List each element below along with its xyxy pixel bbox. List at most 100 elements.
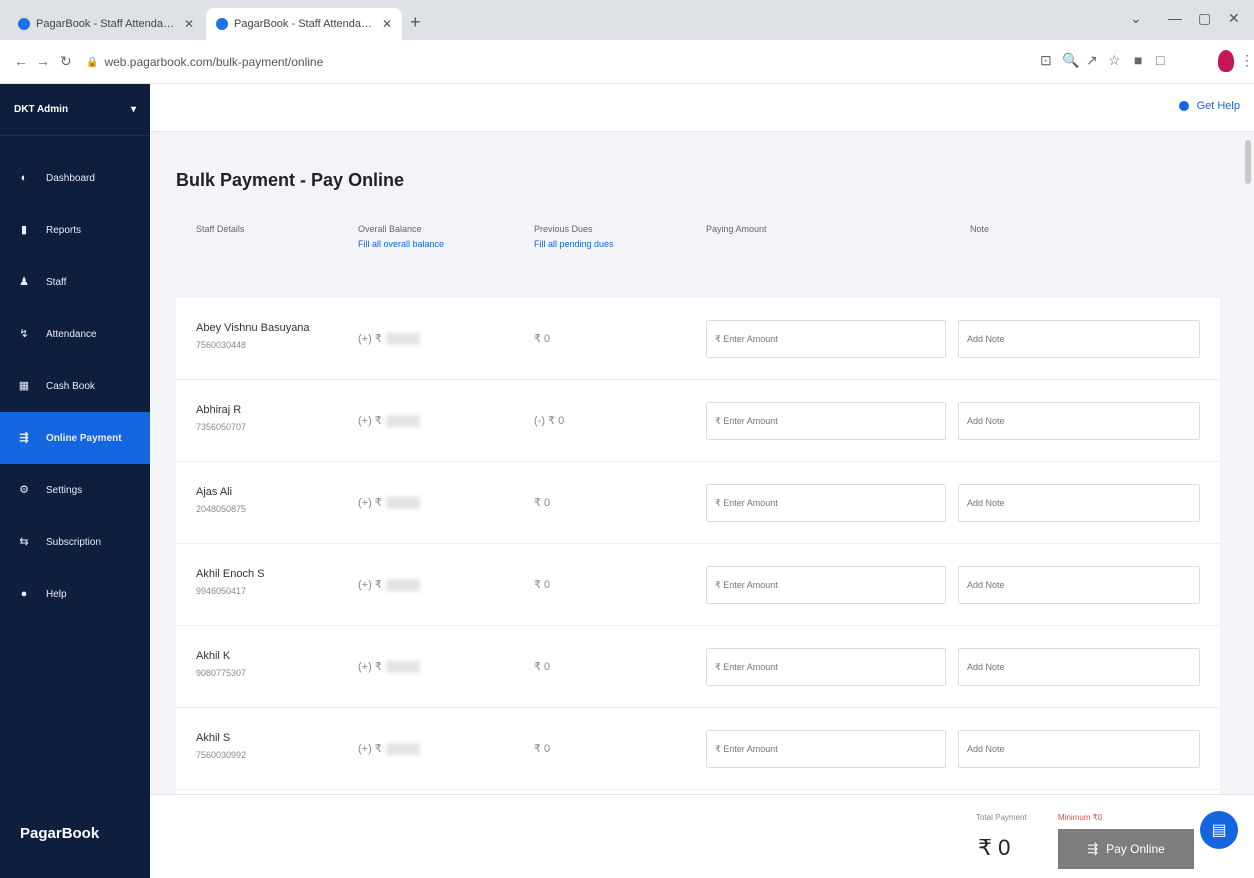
balance-value: (+) ₹ [358,333,382,345]
scrollbar-thumb[interactable] [1245,140,1251,184]
tab-close-icon[interactable]: ✕ [184,17,194,31]
total-payment-label: Total Payment [976,813,1027,822]
note-input[interactable] [958,320,1200,358]
attendance-icon: ↯ [19,328,29,340]
company-switcher[interactable]: DKT Admin ▾ [0,84,150,136]
get-help-label: Get Help [1196,100,1240,112]
column-header-staff: Staff Details [196,224,244,234]
note-input[interactable] [958,648,1200,686]
sidebar-item-label: Help [46,588,67,600]
sidebar-item-label: Dashboard [46,172,95,184]
overall-balance: (+) ₹ [358,578,420,591]
subscription-icon: ⇆ [19,536,29,548]
table-row: Abhiraj R 7356050707 (+) ₹ (-) ₹ 0 [176,380,1220,462]
reports-icon: ▮ [20,224,28,236]
note-input[interactable] [958,730,1200,768]
page-title: Bulk Payment - Pay Online [176,170,405,190]
previous-dues: ₹ 0 [534,661,551,673]
column-header-label: Previous Dues [534,224,593,234]
table-row: Akhil K 9080775307 (+) ₹ ₹ 0 [176,626,1220,708]
sidebar-item-settings[interactable]: ⚙ Settings [0,464,150,516]
sidebar-item-reports[interactable]: ▮ Reports [0,204,150,256]
column-header-label: Staff Details [196,224,245,234]
pay-online-button[interactable]: ⇶ Pay Online [1058,829,1194,869]
sidebar-item-label: Attendance [46,328,97,340]
page-scrollbar[interactable] [1245,132,1251,794]
total-payment-value: ₹ 0 [978,835,1011,860]
sidebar-item-subscription[interactable]: ⇆ Subscription [0,516,150,568]
note-input[interactable] [958,566,1200,604]
note-input[interactable] [958,402,1200,440]
previous-dues: ₹ 0 [534,743,551,755]
minimize-icon[interactable]: — [1168,10,1182,26]
menu-icon[interactable]: ⋮ [1240,52,1254,69]
favicon-icon [18,18,30,30]
maximize-icon[interactable]: ▢ [1198,10,1211,27]
cashbook-icon: ▦ [18,380,30,392]
share-icon[interactable]: ↗ [1086,52,1098,69]
chevron-down-icon: ▾ [130,104,136,115]
payment-footer: Total Payment Minimum ₹0 ₹ 0 ⇶ Pay Onlin… [150,794,1254,878]
staff-name: Akhil S [196,732,231,744]
tab-close-icon[interactable]: ✕ [382,17,392,31]
balance-value: (+) ₹ [358,497,382,509]
staff-icon: ♟ [19,276,29,288]
chat-support-icon[interactable]: ▤ [1200,811,1238,849]
table-row: Ajas Ali 2048050875 (+) ₹ ₹ 0 [176,462,1220,544]
table-row: Akhil Enoch S 9946050417 (+) ₹ ₹ 0 [176,544,1220,626]
star-icon[interactable]: ☆ [1108,52,1121,69]
zoom-icon[interactable]: 🔍 [1062,52,1079,69]
sidebar-item-online-payment[interactable]: ⇶ Online Payment [0,412,150,464]
forward-icon[interactable]: → [36,53,50,69]
get-help-link[interactable]: Get Help [1178,100,1240,112]
lock-icon: 🔒 [86,56,99,68]
browser-tab-active[interactable]: PagarBook - Staff Attendance & Pa ✕ [206,8,402,40]
staff-name: Abey Vishnu Basuyana [196,322,310,334]
staff-name: Ajas Ali [196,486,233,498]
back-icon[interactable]: ← [14,53,28,69]
extension-icon[interactable]: ■ [1134,52,1142,68]
sidebar-item-label: Settings [46,484,83,496]
sidebar-item-label: Subscription [46,536,102,548]
reload-icon[interactable]: ↻ [60,53,72,70]
redacted-value [385,414,420,427]
fill-all-dues-link[interactable]: Fill all pending dues [534,239,614,249]
sidebar-item-staff[interactable]: ♟ Staff [0,256,150,308]
paying-amount-input[interactable] [706,730,946,768]
staff-phone: 9080775307 [196,668,247,678]
minimum-amount-label: Minimum ₹0 [1058,813,1103,822]
sidebar-item-cash-book[interactable]: ▦ Cash Book [0,360,150,412]
staff-phone: 7560030992 [196,750,247,760]
app-topbar: Get Help [150,84,1254,132]
paying-amount-input[interactable] [706,402,946,440]
paying-amount-input[interactable] [706,648,946,686]
sidebar-item-label: Staff [46,276,67,288]
browser-tab[interactable]: PagarBook - Staff Attendance & Pa ✕ [8,8,204,40]
fill-all-balance-link[interactable]: Fill all overall balance [358,239,444,249]
online-payment-icon: ⇶ [1087,841,1099,856]
paying-amount-input[interactable] [706,566,946,604]
new-tab-icon[interactable]: + [410,12,421,33]
redacted-value [385,660,420,673]
overall-balance: (+) ₹ [358,742,420,755]
note-input[interactable] [958,484,1200,522]
profile-avatar[interactable] [1218,50,1234,72]
sidebar-item-attendance[interactable]: ↯ Attendance [0,308,150,360]
paying-amount-input[interactable] [706,320,946,358]
redacted-value [385,332,420,345]
column-header-label: Paying Amount [706,224,767,234]
install-icon[interactable]: ⊡ [1040,52,1052,69]
sidebar-nav: ◐ Dashboard ▮ Reports ♟ Staff ↯ Attendan… [0,152,150,620]
close-window-icon[interactable]: ✕ [1228,10,1240,27]
chevron-down-icon[interactable]: ⌄ [1130,10,1142,27]
sidepanel-icon[interactable]: □ [1156,52,1164,68]
sidebar-item-dashboard[interactable]: ◐ Dashboard [0,152,150,204]
sidebar-item-help[interactable]: ● Help [0,568,150,620]
redacted-value [385,742,420,755]
paying-amount-input[interactable] [706,484,946,522]
browser-addressbar: ← → ↻ 🔒 web.pagarbook.com/bulk-payment/o… [0,40,1254,84]
staff-phone: 7560030448 [196,340,247,350]
company-name: DKT Admin [14,104,69,115]
url-field[interactable]: 🔒 web.pagarbook.com/bulk-payment/online [86,49,1016,75]
column-header-label: Note [970,224,990,234]
